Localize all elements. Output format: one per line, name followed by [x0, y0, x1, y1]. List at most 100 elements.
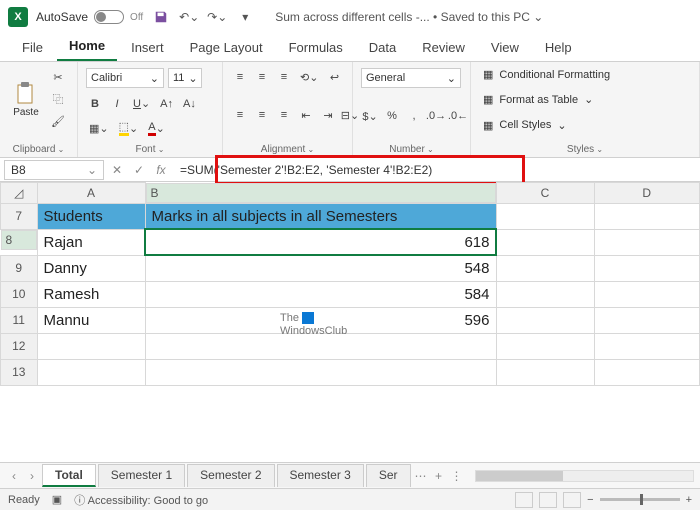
orientation-icon[interactable]: ⟲⌄: [297, 68, 321, 86]
cell[interactable]: [594, 229, 700, 255]
sheet-tab-semester-3[interactable]: Semester 3: [277, 464, 364, 487]
underline-button[interactable]: U⌄: [130, 95, 153, 113]
bold-button[interactable]: B: [86, 95, 104, 113]
col-header-c[interactable]: C: [496, 183, 594, 204]
cell[interactable]: [594, 203, 700, 229]
cell[interactable]: [496, 255, 594, 281]
align-left-icon[interactable]: ≡: [231, 106, 249, 124]
align-top-icon[interactable]: ≡: [231, 68, 249, 86]
format-as-table-button[interactable]: ▦ Format as Table ⌄: [479, 91, 691, 108]
sheet-menu-icon[interactable]: ⋮: [449, 469, 465, 483]
cell[interactable]: [594, 281, 700, 307]
zoom-slider[interactable]: [600, 498, 680, 501]
sheet-nav-next-icon[interactable]: ›: [24, 469, 40, 483]
formula-input[interactable]: =SUM('Semester 2'!B2:E2, 'Semester 4'!B2…: [174, 161, 696, 179]
align-right-icon[interactable]: ≡: [275, 106, 293, 124]
cancel-formula-icon[interactable]: ✕: [108, 163, 126, 177]
redo-icon[interactable]: ↷⌄: [207, 7, 227, 27]
cell[interactable]: [496, 359, 594, 385]
cell[interactable]: [496, 229, 594, 255]
cut-icon[interactable]: ✂: [48, 68, 68, 86]
cell[interactable]: Students: [37, 203, 145, 229]
enter-formula-icon[interactable]: ✓: [130, 163, 148, 177]
cell[interactable]: [37, 359, 145, 385]
wrap-text-icon[interactable]: ↩: [325, 68, 343, 86]
comma-icon[interactable]: ,: [405, 107, 423, 125]
fx-icon[interactable]: fx: [152, 163, 170, 177]
col-header-b[interactable]: B: [146, 183, 496, 203]
font-color-icon[interactable]: A⌄: [145, 119, 168, 137]
number-format-select[interactable]: General⌄: [361, 68, 461, 88]
font-size-select[interactable]: 11⌄: [168, 68, 202, 88]
tab-file[interactable]: File: [10, 34, 55, 61]
autosave-toggle[interactable]: AutoSave Off: [36, 10, 143, 24]
save-icon[interactable]: [151, 7, 171, 27]
cell-styles-button[interactable]: ▦ Cell Styles ⌄: [479, 117, 691, 134]
toggle-off-icon[interactable]: [94, 10, 124, 24]
col-header-d[interactable]: D: [594, 183, 700, 204]
align-center-icon[interactable]: ≡: [253, 106, 271, 124]
row-header[interactable]: 10: [1, 281, 38, 307]
percent-icon[interactable]: %: [383, 107, 401, 125]
cell[interactable]: [37, 333, 145, 359]
tab-insert[interactable]: Insert: [119, 34, 176, 61]
cell[interactable]: Rajan: [37, 229, 145, 255]
new-sheet-icon[interactable]: +: [431, 469, 447, 483]
name-box[interactable]: B8⌄: [4, 160, 104, 180]
decrease-indent-icon[interactable]: ⇤: [297, 106, 315, 124]
increase-font-icon[interactable]: A↑: [157, 95, 176, 113]
decrease-font-icon[interactable]: A↓: [180, 95, 199, 113]
qat-dropdown-icon[interactable]: ▾: [235, 7, 255, 27]
zoom-out-icon[interactable]: −: [587, 494, 593, 506]
tab-data[interactable]: Data: [357, 34, 408, 61]
cell[interactable]: [496, 203, 594, 229]
sheet-nav-prev-icon[interactable]: ‹: [6, 469, 22, 483]
macro-recorder-icon[interactable]: ▣: [52, 493, 62, 506]
sheet-tab-ser[interactable]: Ser: [366, 464, 411, 487]
font-name-select[interactable]: Calibri⌄: [86, 68, 164, 88]
increase-indent-icon[interactable]: ⇥: [319, 106, 337, 124]
cell[interactable]: Ramesh: [37, 281, 145, 307]
paste-button[interactable]: Paste: [8, 78, 44, 120]
tab-view[interactable]: View: [479, 34, 531, 61]
tab-review[interactable]: Review: [410, 34, 477, 61]
cell[interactable]: 618: [145, 229, 496, 255]
increase-decimal-icon[interactable]: .0→: [427, 107, 445, 125]
conditional-formatting-button[interactable]: ▦ Conditional Formatting: [479, 66, 691, 83]
borders-icon[interactable]: ▦⌄: [86, 119, 112, 137]
undo-icon[interactable]: ↶⌄: [179, 7, 199, 27]
view-page-break-icon[interactable]: [563, 492, 581, 508]
cell[interactable]: Danny: [37, 255, 145, 281]
accessibility-status[interactable]: ⓘ Accessibility: Good to go: [74, 492, 208, 508]
copy-icon[interactable]: ⿻: [48, 90, 68, 108]
cell[interactable]: [496, 281, 594, 307]
row-header[interactable]: 13: [1, 359, 38, 385]
decrease-decimal-icon[interactable]: .0←: [449, 107, 467, 125]
row-header[interactable]: 11: [1, 307, 38, 333]
cell[interactable]: [594, 307, 700, 333]
tab-help[interactable]: Help: [533, 34, 584, 61]
cell[interactable]: 548: [145, 255, 496, 281]
sheet-overflow-icon[interactable]: ⋯: [413, 469, 429, 483]
view-normal-icon[interactable]: [515, 492, 533, 508]
row-header[interactable]: 8: [1, 230, 37, 250]
sheet-tab-total[interactable]: Total: [42, 464, 96, 487]
cell[interactable]: [594, 333, 700, 359]
row-header[interactable]: 9: [1, 255, 38, 281]
align-bottom-icon[interactable]: ≡: [275, 68, 293, 86]
fill-color-icon[interactable]: ⬚⌄: [116, 119, 142, 137]
cell[interactable]: [496, 333, 594, 359]
cell[interactable]: Mannu: [37, 307, 145, 333]
cell[interactable]: 584: [145, 281, 496, 307]
sheet-tab-semester-2[interactable]: Semester 2: [187, 464, 274, 487]
format-painter-icon[interactable]: 🖌: [48, 112, 68, 130]
tab-formulas[interactable]: Formulas: [277, 34, 355, 61]
row-header[interactable]: 12: [1, 333, 38, 359]
select-all-corner[interactable]: ◿: [1, 183, 38, 204]
zoom-in-icon[interactable]: +: [686, 494, 692, 506]
cell[interactable]: [496, 307, 594, 333]
tab-page-layout[interactable]: Page Layout: [178, 34, 275, 61]
cell[interactable]: [594, 359, 700, 385]
cell[interactable]: [145, 359, 496, 385]
horizontal-scrollbar[interactable]: [475, 470, 694, 482]
